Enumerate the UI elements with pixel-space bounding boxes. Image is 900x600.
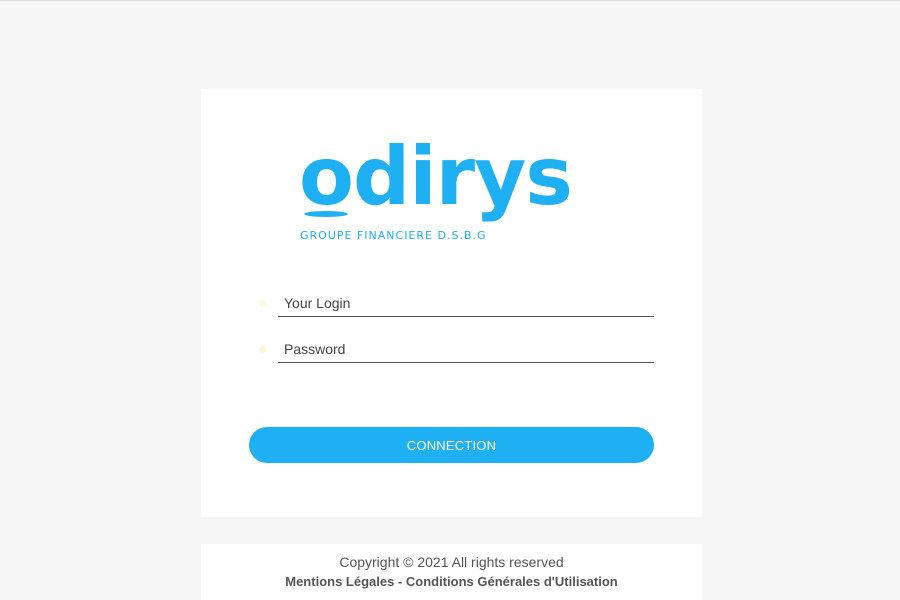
login-input[interactable] (278, 289, 654, 317)
login-card: odirys GROUPE FINANCIERE D.S.B.G CONNECT… (201, 89, 702, 517)
login-field (249, 289, 654, 319)
logo-wordmark: odirys (299, 130, 572, 223)
footer: Copyright © 2021 All rights reserved Men… (201, 544, 702, 600)
user-icon (259, 300, 266, 307)
password-input[interactable] (278, 335, 654, 363)
logo-tagline: GROUPE FINANCIERE D.S.B.G (300, 229, 487, 242)
logo-graphic: odirys GROUPE FINANCIERE D.S.B.G (299, 130, 573, 242)
top-border (0, 0, 900, 1)
copyright-text: Copyright © 2021 All rights reserved (339, 554, 564, 570)
password-field (249, 335, 654, 365)
connection-button[interactable]: CONNECTION (249, 427, 654, 463)
lock-icon (259, 346, 266, 353)
terms-of-use-link[interactable]: Conditions Générales d'Utilisation (406, 574, 618, 589)
footer-links: Mentions Légales - Conditions Générales … (201, 574, 702, 589)
legal-notice-link[interactable]: Mentions Légales (285, 574, 394, 589)
brand-logo: odirys GROUPE FINANCIERE D.S.B.G (299, 129, 609, 244)
footer-separator: - (394, 574, 406, 589)
logo-underline (304, 211, 348, 217)
